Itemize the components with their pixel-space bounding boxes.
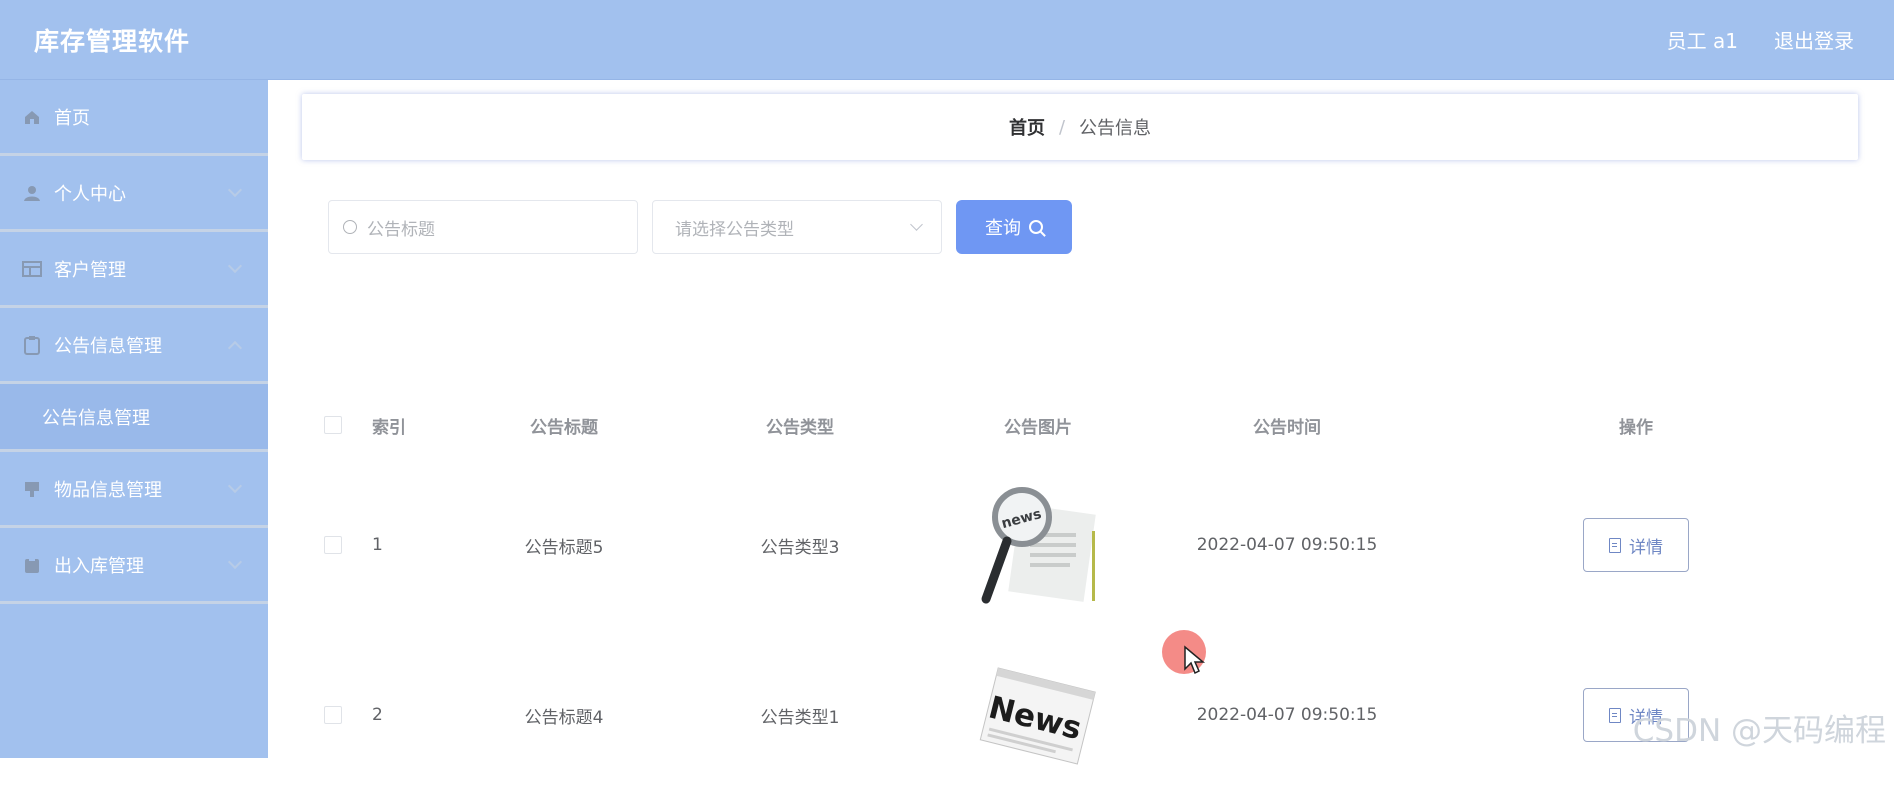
current-user: 员工 a1 [1667,25,1738,54]
storage-icon [22,555,42,575]
header-time: 公告时间 [1160,413,1414,438]
chevron-down-icon [228,182,242,196]
breadcrumb-current: 公告信息 [1079,114,1151,140]
sidebar-subitem-notices[interactable]: 公告信息管理 [0,384,268,452]
header-index: 索引 [364,413,444,438]
sidebar-subitem-label: 公告信息管理 [42,404,150,430]
sidebar: 首页 个人中心 客户管理 公告信息管理 公告信息管理 物品信息管理 出 [0,80,268,758]
sidebar-item-label: 客户管理 [54,256,126,282]
user-icon [22,183,42,203]
cell-title: 公告标题4 [444,703,684,728]
grid-icon [22,259,42,279]
chevron-down-icon [228,258,242,272]
cell-type: 公告类型3 [684,533,916,558]
cell-time: 2022-04-07 09:50:15 [1160,535,1414,555]
news-paper-image: News [974,651,1102,779]
header-type: 公告类型 [684,413,916,438]
document-icon [1609,708,1621,723]
cell-type: 公告类型1 [684,703,916,728]
top-bar: 库存管理软件 员工 a1 退出登录 [0,0,1894,80]
header-title: 公告标题 [444,413,684,438]
sidebar-item-customers[interactable]: 客户管理 [0,232,268,308]
notices-table: 索引 公告标题 公告类型 公告图片 公告时间 操作 1 公告标题5 公告类型3 … [302,390,1858,800]
home-icon [22,107,42,127]
sidebar-item-label: 个人中心 [54,180,126,206]
sidebar-item-notices[interactable]: 公告信息管理 [0,308,268,384]
select-placeholder: 请选择公告类型 [675,215,794,240]
table-row: 1 公告标题5 公告类型3 news 2022-04-07 09:50:15 详… [302,460,1858,630]
detail-label: 详情 [1629,533,1663,558]
document-icon [1609,538,1621,553]
cell-index: 1 [364,535,444,555]
search-placeholder: 公告标题 [367,215,435,240]
header-picture: 公告图片 [916,413,1160,438]
select-all-checkbox[interactable] [324,416,342,434]
table-row: 2 公告标题4 公告类型1 News 2022-04-07 09:50:15 详 [302,630,1858,800]
logout-link[interactable]: 退出登录 [1774,25,1854,54]
main-content: 首页 / 公告信息 公告标题 请选择公告类型 查询 索引 公告标题 公告类型 公… [268,80,1894,758]
sidebar-item-profile[interactable]: 个人中心 [0,156,268,232]
chevron-down-icon [910,218,923,231]
search-icon [1029,220,1043,234]
top-right-actions: 员工 a1 退出登录 [1667,25,1854,54]
cell-time: 2022-04-07 09:50:15 [1160,705,1414,725]
sidebar-item-storage[interactable]: 出入库管理 [0,528,268,604]
row-checkbox[interactable] [324,536,342,554]
row-checkbox[interactable] [324,706,342,724]
sidebar-item-label: 首页 [54,104,90,130]
search-icon [343,220,357,234]
notice-type-select[interactable]: 请选择公告类型 [652,200,942,254]
chevron-up-icon [228,340,242,354]
sidebar-item-label: 出入库管理 [54,552,144,578]
query-button[interactable]: 查询 [956,200,1072,254]
cell-title: 公告标题5 [444,533,684,558]
sidebar-item-goods[interactable]: 物品信息管理 [0,452,268,528]
query-label: 查询 [985,214,1021,240]
mouse-cursor-icon [1183,645,1207,675]
sidebar-item-label: 物品信息管理 [54,476,162,502]
detail-button[interactable]: 详情 [1583,518,1689,572]
sidebar-item-home[interactable]: 首页 [0,80,268,156]
watermark: CSDN @天码编程 [1633,705,1886,750]
header-operation: 操作 [1414,413,1858,438]
search-bar: 公告标题 请选择公告类型 查询 [328,200,1072,254]
breadcrumb-home[interactable]: 首页 [1009,114,1045,140]
chevron-down-icon [228,554,242,568]
notice-title-search-input[interactable]: 公告标题 [328,200,638,254]
breadcrumb: 首页 / 公告信息 [302,94,1858,160]
clipboard-icon [22,335,42,355]
box-icon [22,479,42,499]
chevron-down-icon [228,478,242,492]
sidebar-item-label: 公告信息管理 [54,332,162,358]
cell-index: 2 [364,705,444,725]
table-header: 索引 公告标题 公告类型 公告图片 公告时间 操作 [302,390,1858,460]
news-magnifier-image: news [974,481,1102,609]
breadcrumb-separator: / [1059,117,1065,138]
app-title: 库存管理软件 [34,22,190,58]
